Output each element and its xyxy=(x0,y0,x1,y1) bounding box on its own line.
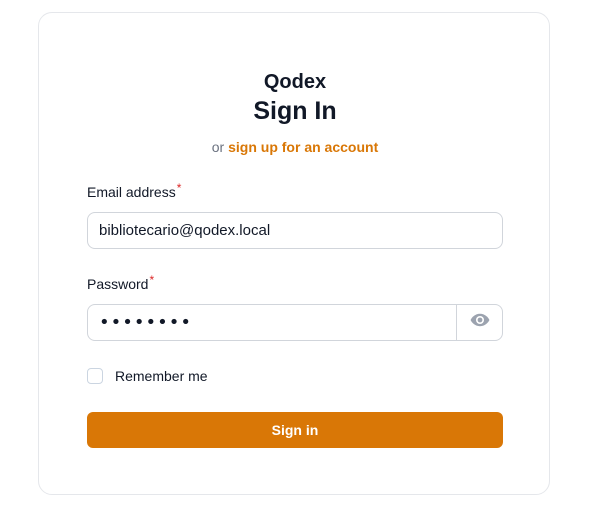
email-field[interactable] xyxy=(87,212,503,249)
password-field[interactable] xyxy=(88,305,456,340)
password-visibility-toggle[interactable] xyxy=(456,305,502,340)
sign-in-card: Qodex Sign In or sign up for an account … xyxy=(38,12,550,495)
signup-prompt: or sign up for an account xyxy=(39,139,551,155)
email-required-mark: * xyxy=(176,181,182,195)
signup-prefix: or xyxy=(211,139,225,155)
password-label-text: Password xyxy=(87,276,149,292)
password-field-group xyxy=(87,304,503,341)
password-label: Password* xyxy=(87,273,155,292)
sign-in-page: Qodex Sign In or sign up for an account … xyxy=(0,0,607,525)
brand-name: Qodex xyxy=(263,71,327,93)
page-title: Sign In xyxy=(253,97,337,125)
eye-icon xyxy=(470,313,490,332)
email-label: Email address* xyxy=(87,181,182,200)
remember-me-label[interactable]: Remember me xyxy=(115,368,208,384)
email-label-text: Email address xyxy=(87,184,176,200)
signup-link[interactable]: sign up for an account xyxy=(228,139,378,155)
remember-me-row: Remember me xyxy=(87,368,208,384)
password-required-mark: * xyxy=(149,273,155,287)
remember-me-checkbox[interactable] xyxy=(87,368,103,384)
sign-in-button[interactable]: Sign in xyxy=(87,412,503,448)
